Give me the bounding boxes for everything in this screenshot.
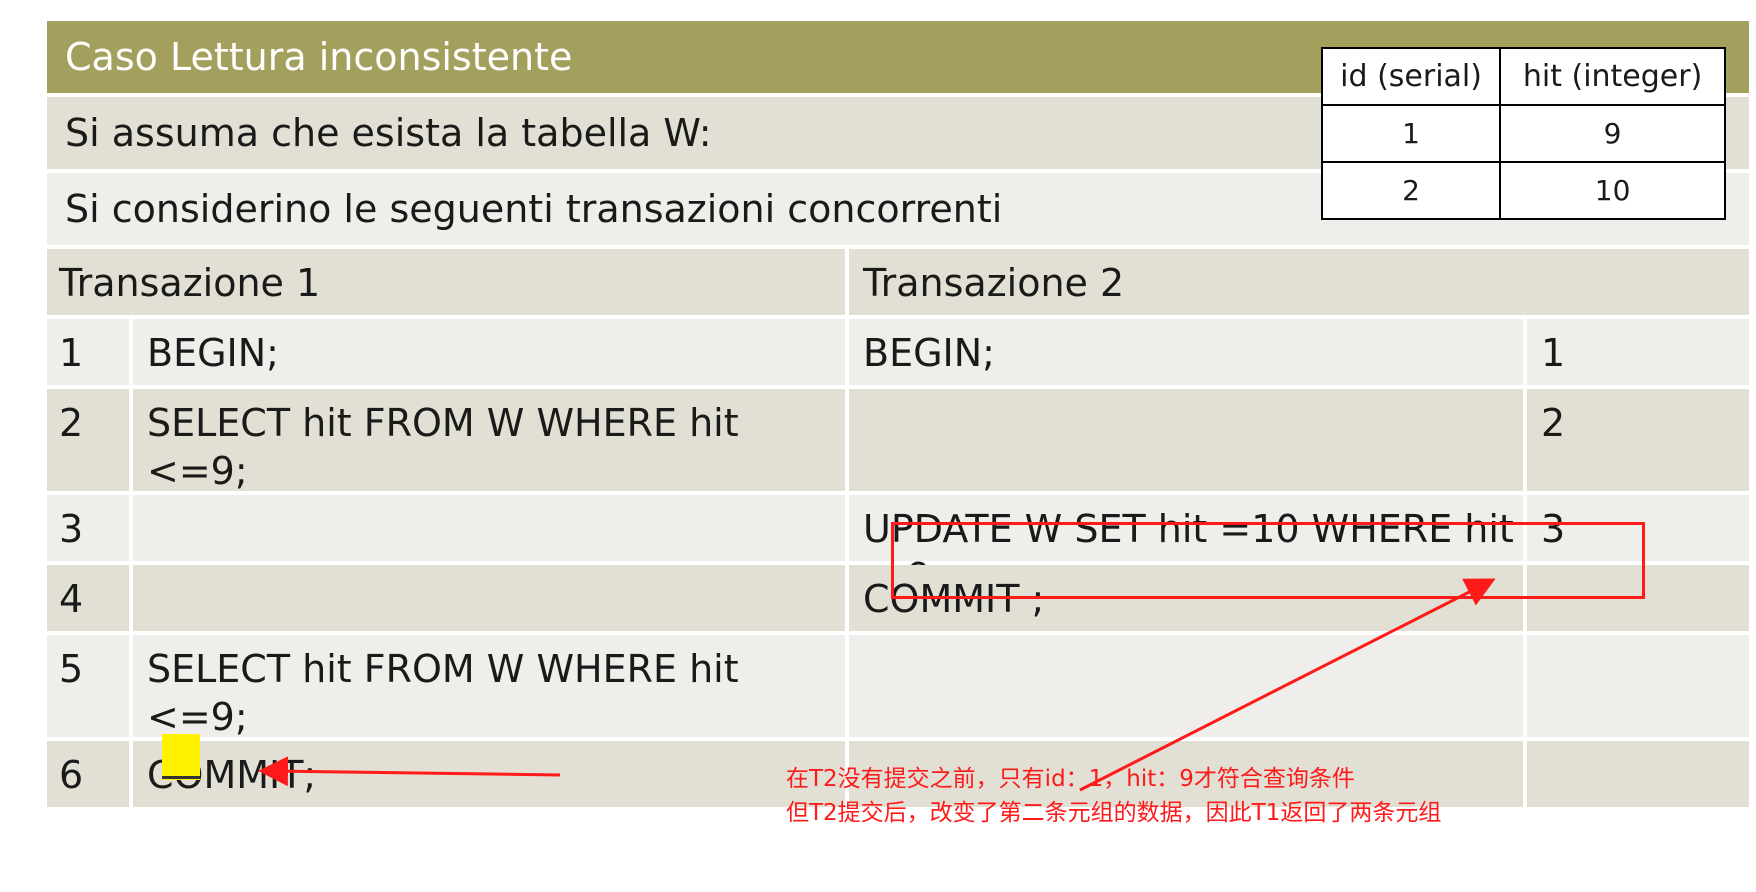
annotation-line-2: 但T2提交后，改变了第二条元组的数据，因此T1返回了两条元组 — [786, 800, 1442, 826]
row-number-right-5 — [1527, 635, 1749, 737]
table-w-cell-hit: 10 — [1499, 161, 1726, 220]
t2-cell-row-1: BEGIN; — [849, 319, 1523, 385]
annotation-note: 在T2没有提交之前，只有id：1，hit：9才符合查询条件 但T2提交后，改变了… — [786, 762, 1441, 830]
row-number-right-6 — [1527, 741, 1749, 807]
t2-cell-row-5 — [849, 635, 1523, 737]
empty-result-highlight — [162, 734, 200, 780]
table-w-header-id: id (serial) — [1320, 47, 1502, 106]
t1-query-row-2: SELECT hit FROM W WHERE hit <=9; — [147, 401, 739, 493]
t1-cell-row-3 — [133, 495, 845, 561]
t1-cell-row-2: SELECT hit FROM W WHERE hit <=9; 9 — [133, 389, 845, 541]
t1-cell-row-1: BEGIN; — [133, 319, 845, 385]
t1-cell-row-4 — [133, 565, 845, 631]
t1-query-row-5: SELECT hit FROM W WHERE hit <=9; — [147, 647, 739, 739]
row-number-1: 1 — [47, 319, 129, 385]
t2-cell-row-2 — [849, 389, 1523, 491]
header-transazione-1: Transazione 1 — [47, 249, 845, 315]
table-w-header-hit: hit (integer) — [1499, 47, 1726, 106]
row-number-6: 6 — [47, 741, 129, 807]
row-number-2: 2 — [47, 389, 129, 491]
table-w-header-row: id (serial) hit (integer) — [1320, 47, 1726, 106]
table-w: id (serial) hit (integer) 1 9 2 10 — [1320, 47, 1726, 220]
row-number-5: 5 — [47, 635, 129, 737]
row-number-right-2: 2 — [1527, 389, 1749, 491]
row-number-3: 3 — [47, 495, 129, 561]
row-number-right-1: 1 — [1527, 319, 1749, 385]
table-w-cell-id: 2 — [1320, 161, 1502, 220]
table-w-cell-hit: 9 — [1499, 104, 1726, 163]
annotation-line-1: 在T2没有提交之前，只有id：1，hit：9才符合查询条件 — [786, 766, 1355, 792]
table-row: 2 10 — [1320, 161, 1726, 220]
update-highlight-box — [891, 522, 1645, 599]
table-row: 1 9 — [1320, 104, 1726, 163]
t1-cell-row-6: COMMIT; — [133, 741, 845, 807]
header-transazione-2: Transazione 2 — [849, 249, 1749, 315]
empty-result-underline — [162, 776, 200, 779]
row-number-4: 4 — [47, 565, 129, 631]
t1-cell-row-5: SELECT hit FROM W WHERE hit <=9; — [133, 635, 845, 739]
table-w-cell-id: 1 — [1320, 104, 1502, 163]
